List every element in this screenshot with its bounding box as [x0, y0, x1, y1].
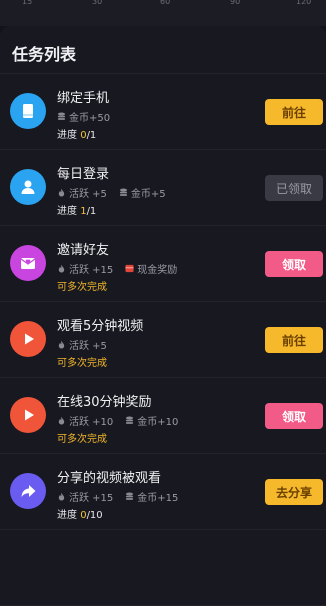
reward-item: 活跃 +15	[57, 489, 113, 504]
progress-label: 进度	[57, 206, 77, 217]
task-rewards: 活跃 +5 金币+5	[57, 185, 178, 200]
task-progress: 进度 1/1	[57, 202, 96, 217]
task-rewards: 活跃 +15 现金奖励	[57, 261, 189, 276]
repeatable-note: 可多次完成	[57, 282, 107, 293]
task-row: 绑定手机金币+50 进度 0/1 前往	[0, 74, 326, 150]
task-row: 观看5分钟视频活跃 +5 可多次完成 前往	[0, 302, 326, 378]
repeatable-note: 可多次完成	[57, 358, 107, 369]
scale-tick: 120	[296, 0, 312, 6]
page-title: 任务列表	[12, 45, 77, 64]
flame-icon	[57, 340, 69, 349]
repeatable-note: 可多次完成	[57, 434, 107, 445]
reward-item: 金币+15	[125, 489, 178, 504]
reward-text: 金币+10	[137, 417, 179, 428]
reward-text: 活跃 +15	[69, 493, 114, 504]
cash-icon	[125, 264, 137, 273]
reward-text: 金币+50	[69, 113, 111, 124]
task-row: 邀请好友活跃 +15 现金奖励可多次完成 领取	[0, 226, 326, 302]
flame-icon	[57, 188, 69, 197]
top-scale-strip: 15 30 60 90 120	[0, 0, 326, 10]
task-title: 绑定手机	[57, 91, 110, 106]
reward-item: 现金奖励	[125, 261, 177, 276]
reward-text: 现金奖励	[137, 265, 178, 276]
reward-text: 活跃 +5	[69, 341, 107, 352]
task-action-button[interactable]: 前往	[265, 99, 323, 125]
task-progress: 进度 0/10	[57, 506, 103, 521]
top-band	[0, 10, 326, 26]
task-action-button[interactable]: 前往	[265, 327, 323, 353]
task-action-button[interactable]: 去分享	[265, 479, 323, 505]
task-rewards: 活跃 +10 金币+10	[57, 413, 190, 428]
task-title: 观看5分钟视频	[57, 319, 144, 334]
task-row-partial	[0, 530, 326, 606]
coin-stack-icon	[125, 416, 137, 425]
progress-total: /1	[86, 130, 97, 141]
user-icon	[10, 169, 46, 205]
envelope-heart-icon	[10, 245, 46, 281]
share-arrow-icon	[10, 473, 46, 509]
reward-item: 活跃 +15	[57, 261, 113, 276]
play-icon	[10, 321, 46, 357]
reward-item: 金币+10	[125, 413, 178, 428]
scale-tick: 15	[22, 0, 33, 6]
task-title: 在线30分钟奖励	[57, 395, 152, 410]
task-rewards: 金币+50	[57, 109, 122, 124]
coin-stack-icon	[119, 188, 131, 197]
task-title: 每日登录	[57, 167, 110, 182]
scale-tick: 30	[92, 0, 103, 6]
flame-icon	[57, 264, 69, 273]
coin-stack-icon	[57, 112, 69, 121]
task-title: 邀请好友	[57, 243, 110, 258]
task-action-button[interactable]: 领取	[265, 403, 323, 429]
reward-item: 活跃 +5	[57, 185, 107, 200]
task-row: 分享的视频被观看活跃 +15 金币+15 进度 0/10 去分享	[0, 454, 326, 530]
task-row: 每日登录活跃 +5 金币+5 进度 1/1 已领取	[0, 150, 326, 226]
scale-tick: 60	[160, 0, 171, 6]
task-action-button[interactable]: 领取	[265, 251, 323, 277]
progress-total: /10	[86, 510, 103, 521]
reward-text: 金币+15	[137, 493, 179, 504]
reward-text: 活跃 +15	[69, 265, 114, 276]
task-action-button: 已领取	[265, 175, 323, 201]
task-progress: 进度 0/1	[57, 126, 96, 141]
progress-label: 进度	[57, 130, 77, 141]
reward-item: 金币+5	[119, 185, 166, 200]
reward-text: 活跃 +5	[69, 189, 107, 200]
coin-stack-icon	[125, 492, 137, 501]
reward-item: 金币+50	[57, 109, 110, 124]
progress-total: /1	[86, 206, 97, 217]
play-icon	[10, 397, 46, 433]
reward-item: 活跃 +5	[57, 337, 107, 352]
progress-label: 进度	[57, 510, 77, 521]
flame-icon	[57, 492, 69, 501]
flame-icon	[57, 416, 69, 425]
task-rewards: 活跃 +5	[57, 337, 119, 352]
task-list-header: 任务列表	[0, 26, 326, 74]
reward-text: 金币+5	[130, 189, 166, 200]
task-title: 分享的视频被观看	[57, 471, 162, 486]
task-row: 在线30分钟奖励活跃 +10 金币+10 可多次完成 领取	[0, 378, 326, 454]
scale-tick: 90	[230, 0, 241, 6]
reward-text: 活跃 +10	[69, 417, 114, 428]
task-rewards: 活跃 +15 金币+15	[57, 489, 190, 504]
reward-item: 活跃 +10	[57, 413, 113, 428]
phone-book-icon	[10, 93, 46, 129]
